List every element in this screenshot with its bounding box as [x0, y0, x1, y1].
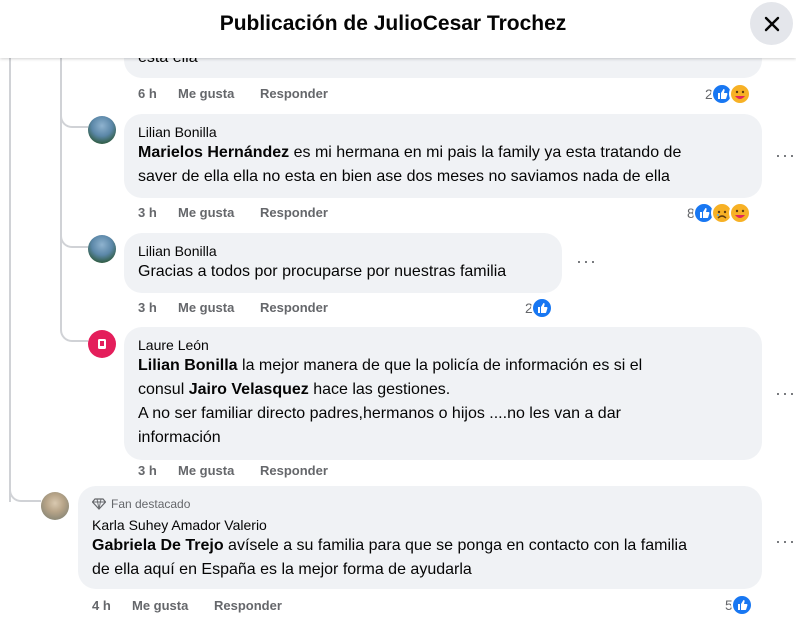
like-button[interactable]: Me gusta	[178, 86, 234, 102]
comment-text-line3: A no ser familiar directo padres,hermano…	[138, 405, 621, 422]
comment-actions: 4 h Me gusta Responder	[92, 598, 332, 614]
avatar[interactable]	[88, 235, 116, 263]
more-options-icon[interactable]: ···	[775, 146, 796, 164]
more-options-icon[interactable]: ···	[775, 532, 796, 550]
comment-text-part: es mi hermana en mi pais la family ya es…	[289, 144, 682, 161]
comment-time[interactable]: 6 h	[138, 86, 157, 102]
comment-actions: 6 h Me gusta Responder	[138, 86, 378, 102]
thread-curve-3	[60, 318, 88, 342]
comment-text-part: la mejor manera de que la policía de inf…	[237, 357, 643, 374]
reply-button[interactable]: Responder	[260, 205, 328, 221]
comment-text: Gabriela De Trejo avísele a su familia p…	[92, 534, 687, 558]
comment-text-part: consul	[138, 381, 189, 398]
comment-text-line4: información	[138, 429, 221, 446]
comment-text: Marielos Hernández es mi hermana en mi p…	[138, 141, 681, 165]
thread-line-outer	[9, 58, 11, 502]
like-button[interactable]: Me gusta	[178, 300, 234, 316]
comment-text-part: hace las gestiones.	[308, 381, 451, 398]
reactions[interactable]: 5	[725, 593, 753, 617]
comment-bubble: Lilian Bonilla Gracias a todos por procu…	[124, 233, 562, 293]
reactions[interactable]: 2	[705, 82, 751, 106]
comment-text-line2: saver de ella ella no esta en bien ase d…	[138, 168, 670, 185]
comment-author[interactable]: Laure León	[138, 336, 209, 354]
close-button[interactable]	[750, 2, 793, 45]
reactions[interactable]: 8	[687, 201, 751, 225]
reply-button[interactable]: Responder	[214, 598, 282, 614]
thread-curve-outer	[9, 480, 41, 502]
comment-bubble: Fan destacado Karla Suhey Amador Valerio…	[78, 486, 762, 589]
comment-text-line2: de ella aquí en España es la mejor forma…	[92, 561, 472, 578]
mention-link[interactable]: Jairo Velasquez	[189, 381, 309, 398]
reply-button[interactable]: Responder	[260, 463, 328, 479]
like-button[interactable]: Me gusta	[178, 205, 234, 221]
close-icon	[764, 16, 779, 31]
like-reaction-icon	[530, 297, 553, 319]
care-reaction-icon	[728, 83, 751, 105]
comment-time[interactable]: 3 h	[138, 300, 157, 316]
comment-text-part: avísele a su familia para que se ponga e…	[223, 537, 687, 554]
like-button[interactable]: Me gusta	[178, 463, 234, 479]
comment-text: Lilian Bonilla la mejor manera de que la…	[138, 354, 642, 378]
comment-actions: 3 h Me gusta Responder	[138, 300, 378, 316]
avatar[interactable]	[88, 116, 116, 144]
dialog-header: Publicación de JulioCesar Trochez	[0, 0, 796, 58]
reply-button[interactable]: Responder	[260, 86, 328, 102]
comment-text-line2: consul Jairo Velasquez hace las gestione…	[138, 378, 450, 402]
avatar[interactable]	[41, 492, 69, 520]
avatar[interactable]	[88, 330, 116, 358]
comment-author[interactable]: Lilian Bonilla	[138, 123, 217, 141]
comment-author[interactable]: Karla Suhey Amador Valerio	[92, 516, 267, 534]
comment-time[interactable]: 3 h	[138, 205, 157, 221]
thread-curve-1	[60, 104, 88, 128]
comment-bubble: Laure León Lilian Bonilla la mejor maner…	[124, 327, 762, 460]
comment-author[interactable]: Lilian Bonilla	[138, 242, 217, 260]
thread-line-inner	[60, 58, 62, 330]
top-fan-label: Fan destacado	[111, 497, 191, 511]
thread-curve-2	[60, 224, 88, 248]
page-title: Publicación de JulioCesar Trochez	[219, 12, 567, 35]
comment-text: Gracias a todos por procuparse por nuest…	[138, 263, 507, 280]
reactions[interactable]: 2	[525, 296, 553, 320]
care-reaction-icon	[728, 202, 751, 224]
mention-link[interactable]: Lilian Bonilla	[138, 357, 238, 374]
more-options-icon[interactable]: ···	[775, 384, 796, 402]
like-button[interactable]: Me gusta	[132, 598, 188, 614]
comment-bubble: Lilian Bonilla Marielos Hernández es mi …	[124, 114, 762, 198]
mention-link[interactable]: Gabriela De Trejo	[92, 537, 224, 554]
comment-time[interactable]: 3 h	[138, 463, 157, 479]
comment-time[interactable]: 4 h	[92, 598, 111, 614]
diamond-icon	[92, 498, 106, 510]
reply-button[interactable]: Responder	[260, 300, 328, 316]
comment-actions: 3 h Me gusta Responder	[138, 463, 378, 479]
more-options-icon[interactable]: ···	[576, 252, 597, 270]
like-reaction-icon	[730, 594, 753, 616]
mention-link[interactable]: Marielos Hernández	[138, 144, 289, 161]
top-fan-badge: Fan destacado	[92, 496, 190, 512]
comment-actions: 3 h Me gusta Responder	[138, 205, 378, 221]
